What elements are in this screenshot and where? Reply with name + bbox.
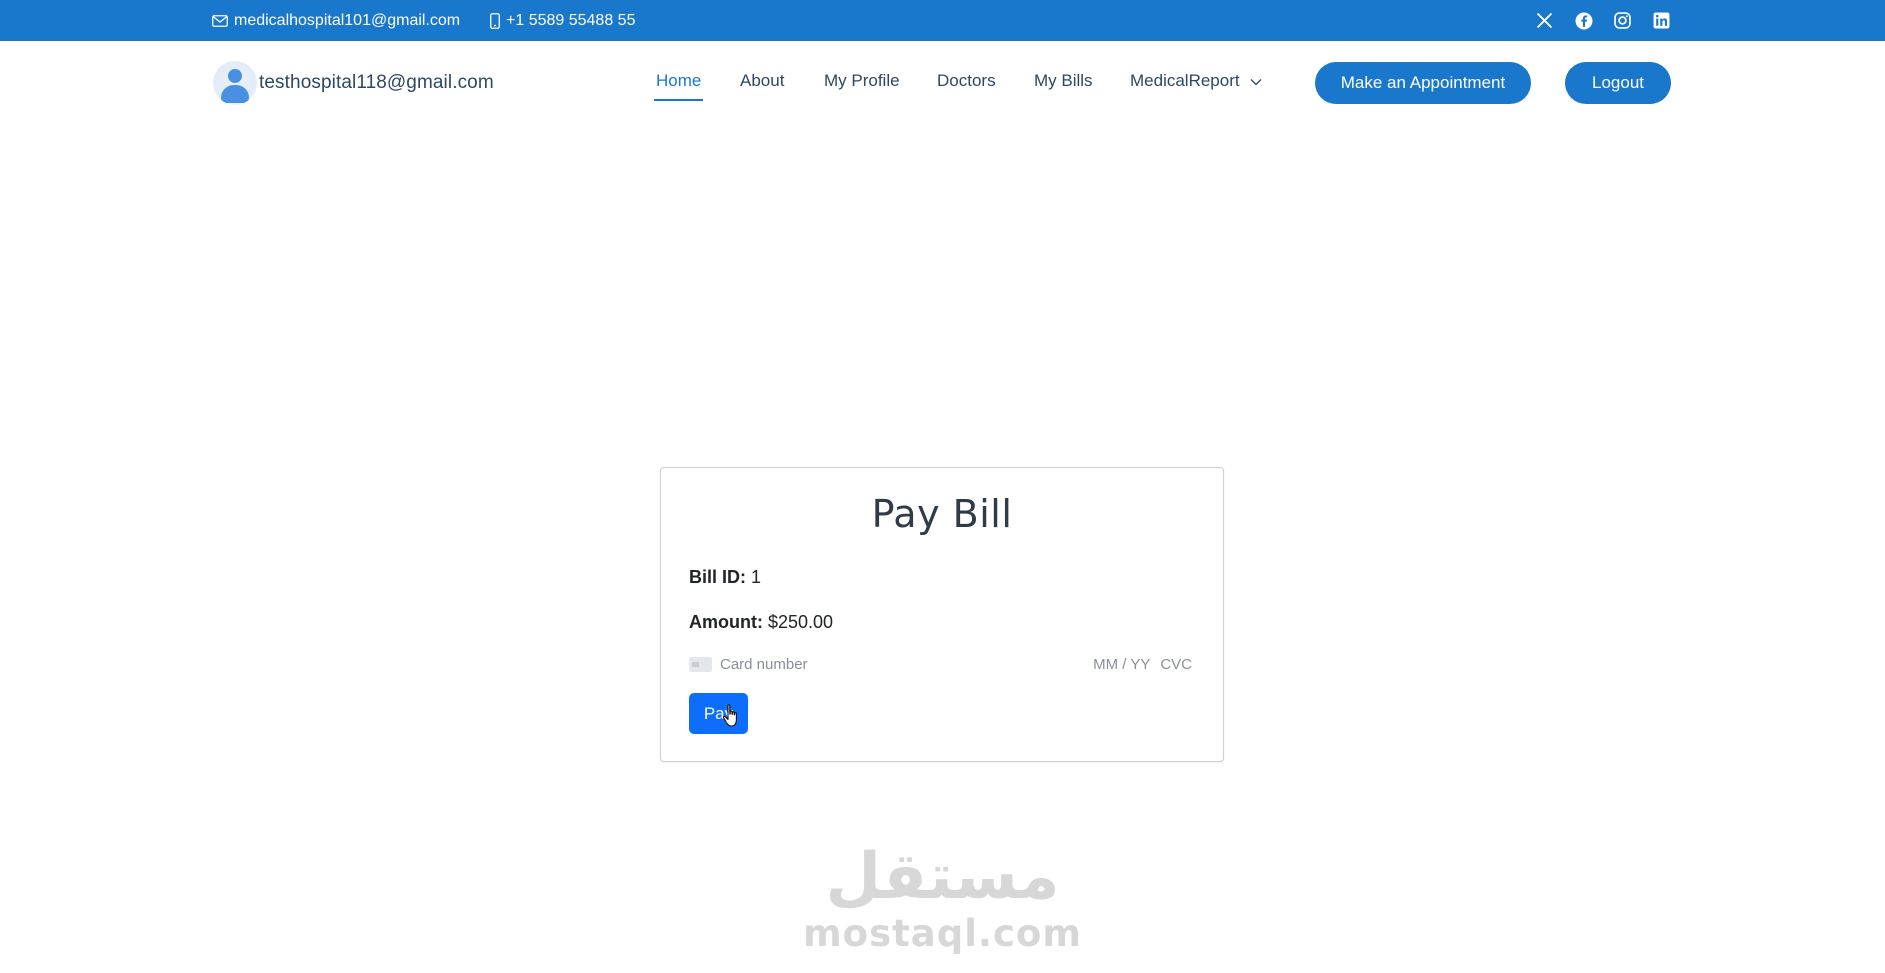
nav-home[interactable]: Home [653,71,704,101]
credit-card-icon [689,656,712,672]
watermark-latin: mostaql.com [803,912,1082,955]
card-number-placeholder: Card number [720,655,808,673]
x-twitter-icon[interactable] [1535,11,1554,30]
cvc-placeholder: CVC [1160,655,1192,673]
instagram-icon[interactable] [1613,11,1632,30]
amount-row: Amount: $250.00 [689,612,833,633]
amount-value: $250.00 [768,612,834,632]
facebook-icon[interactable] [1574,11,1593,30]
pay-bill-card: Pay Bill Bill ID: 1 Amount: $250.00 Card… [660,467,1224,762]
nav-medical-report-label: MedicalReport [1130,71,1240,90]
contact-email-text: medicalhospital101@gmail.com [234,11,461,29]
phone-icon [490,12,500,29]
nav-doctors[interactable]: Doctors [937,71,996,91]
linkedin-icon[interactable] [1652,11,1671,30]
chevron-down-icon [1250,78,1262,85]
nav-my-bills[interactable]: My Bills [1034,71,1093,91]
main-header: testhospital118@gmail.com Home About My … [0,41,1885,124]
watermark-arabic: مستقل [825,840,1060,914]
amount-label: Amount: [689,612,763,632]
envelope-icon [212,14,228,27]
pay-bill-title: Pay Bill [871,492,1013,536]
top-bar: medicalhospital101@gmail.com +1 5589 554… [0,0,1885,41]
bill-id-label: Bill ID: [689,567,746,587]
logout-button[interactable]: Logout [1565,62,1671,104]
pay-button[interactable]: Pay [689,693,748,734]
contact-email[interactable]: medicalhospital101@gmail.com [212,0,460,41]
nav-medical-report[interactable]: MedicalReport [1130,71,1262,91]
nav-about[interactable]: About [740,71,784,91]
social-links [1535,0,1671,41]
contact-phone-text: +1 5589 55488 55 [506,11,636,29]
bill-id-value: 1 [751,567,762,587]
contact-phone[interactable]: +1 5589 55488 55 [490,0,635,41]
nav-my-profile[interactable]: My Profile [824,71,900,91]
card-input[interactable]: Card number MM / YY CVC [689,653,1192,675]
expiry-placeholder: MM / YY [1093,655,1151,673]
bill-id-row: Bill ID: 1 [689,567,761,588]
make-appointment-button[interactable]: Make an Appointment [1315,62,1531,104]
